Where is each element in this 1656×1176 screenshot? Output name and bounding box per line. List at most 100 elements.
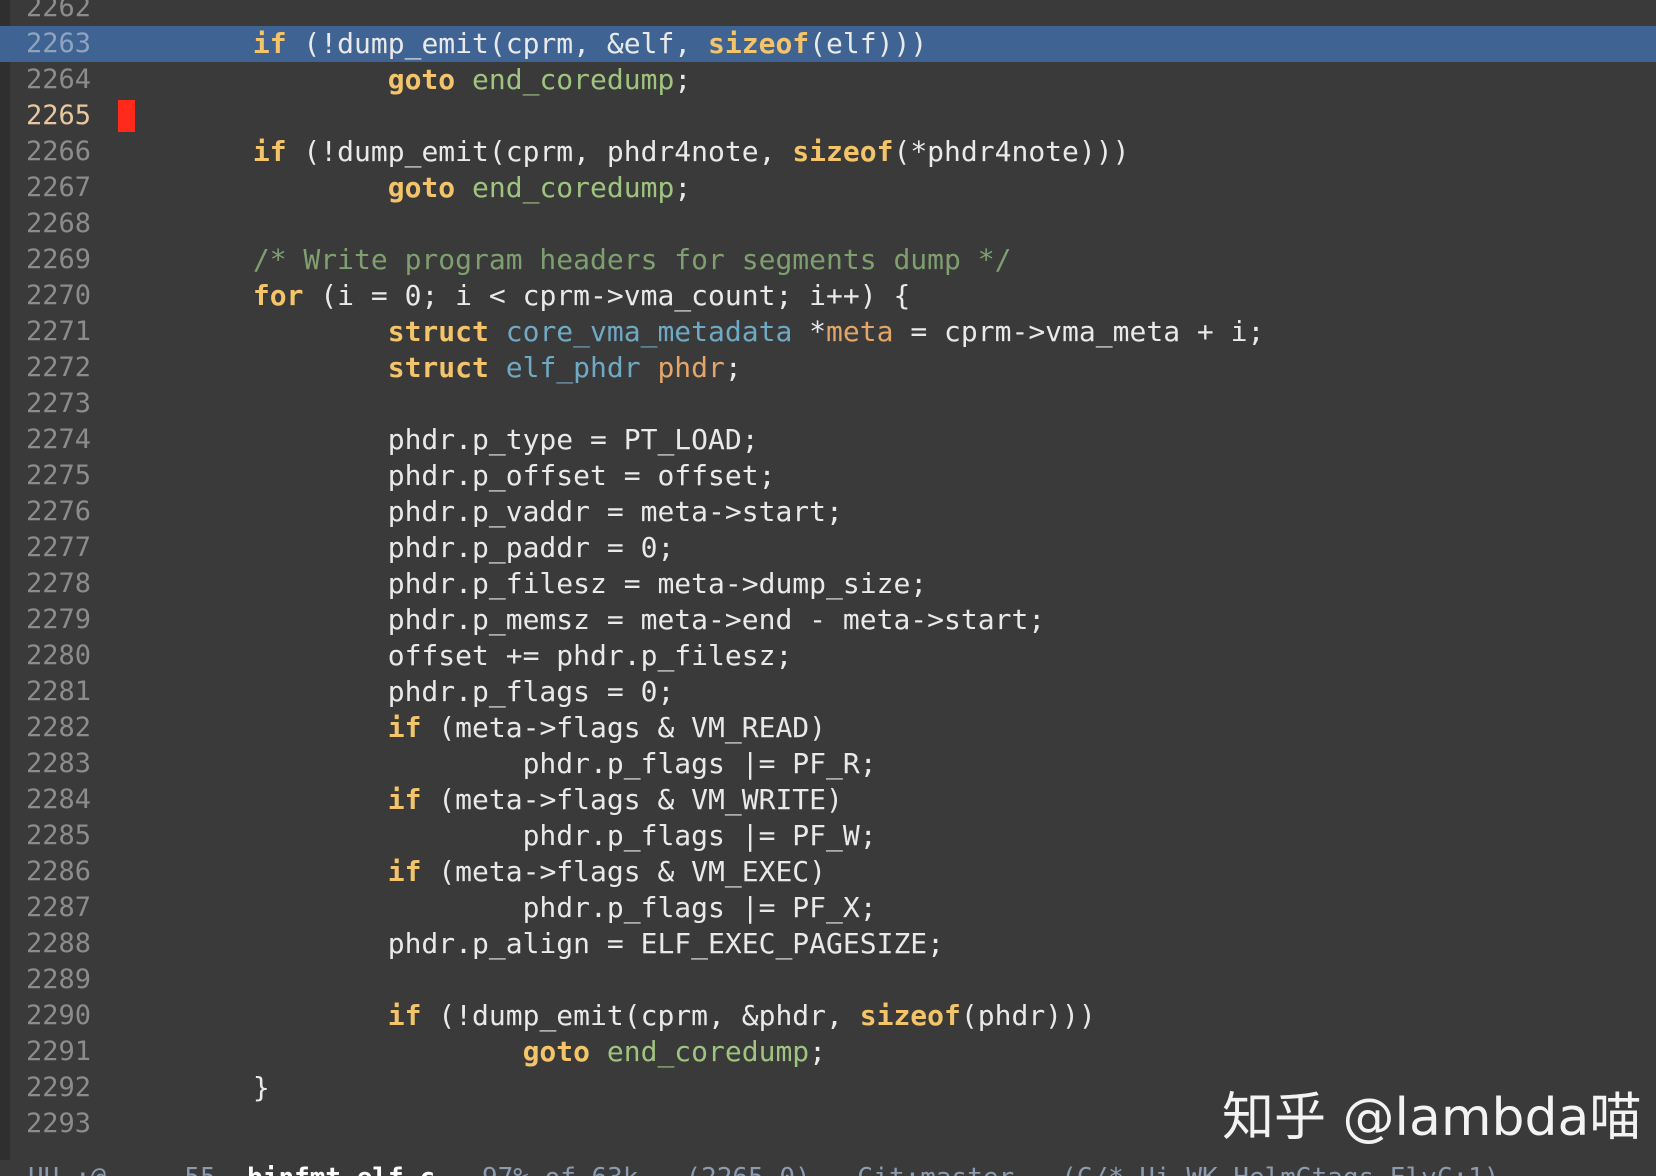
code-line[interactable]: 2282 if (meta->flags & VM_READ) xyxy=(0,710,1656,746)
code-line[interactable]: 2264 goto end_coredump; xyxy=(0,62,1656,98)
code-line[interactable]: 2288 phdr.p_align = ELF_EXEC_PAGESIZE; xyxy=(0,926,1656,962)
code-text: goto end_coredump; xyxy=(118,62,691,98)
code-text: phdr.p_flags |= PF_R; xyxy=(118,746,877,782)
code-token: if xyxy=(252,135,287,168)
code-text: if (meta->flags & VM_EXEC) xyxy=(118,854,826,890)
code-text: phdr.p_memsz = meta->end - meta->start; xyxy=(118,602,1045,638)
line-number: 2263 xyxy=(26,28,92,59)
code-text: phdr.p_offset = offset; xyxy=(118,458,776,494)
code-line[interactable]: 2271 struct core_vma_metadata *meta = cp… xyxy=(0,314,1656,350)
code-line[interactable]: 2287 phdr.p_flags |= PF_X; xyxy=(0,890,1656,926)
line-number: 2276 xyxy=(26,496,92,527)
code-text: if (!dump_emit(cprm, &phdr, sizeof(phdr)… xyxy=(118,998,1096,1034)
code-line[interactable]: 2280 offset += phdr.p_filesz; xyxy=(0,638,1656,674)
code-token: } xyxy=(118,1071,270,1104)
code-token: sizeof xyxy=(708,27,810,60)
code-token: (meta->flags & VM_READ) xyxy=(421,711,827,744)
code-line[interactable]: 2283 phdr.p_flags |= PF_R; xyxy=(0,746,1656,782)
mode-line-filename: binfmt_elf.c xyxy=(247,1163,435,1176)
code-token: goto xyxy=(522,1035,591,1068)
code-token: (phdr))) xyxy=(960,999,1096,1032)
line-number: 2285 xyxy=(26,820,92,851)
line-number: 2267 xyxy=(26,172,92,203)
code-token: ; xyxy=(674,63,692,96)
code-line[interactable]: 2274 phdr.p_type = PT_LOAD; xyxy=(0,422,1656,458)
code-line[interactable]: 2284 if (meta->flags & VM_WRITE) xyxy=(0,782,1656,818)
mode-line-suffix: 97% of 63k (2265,0) Git:master (C/* Ui W… xyxy=(435,1163,1499,1176)
line-number: 2265 xyxy=(26,100,92,131)
code-line[interactable]: 2269 /* Write program headers for segmen… xyxy=(0,242,1656,278)
code-line[interactable]: 2265 xyxy=(0,98,1656,134)
code-line[interactable]: 2278 phdr.p_filesz = meta->dump_size; xyxy=(0,566,1656,602)
code-token: (!dump_emit(cprm, &elf, xyxy=(286,27,709,60)
code-token: ; xyxy=(674,171,692,204)
code-line[interactable]: 2272 struct elf_phdr phdr; xyxy=(0,350,1656,386)
code-lines: 2262 2263 if (!dump_emit(cprm, &elf, size… xyxy=(0,0,1656,1142)
code-text: } xyxy=(118,1070,270,1106)
code-line[interactable]: 2279 phdr.p_memsz = meta->end - meta->st… xyxy=(0,602,1656,638)
code-editor[interactable]: 2262 2263 if (!dump_emit(cprm, &elf, size… xyxy=(0,0,1656,1176)
code-line[interactable]: 2268 xyxy=(0,206,1656,242)
code-token: * xyxy=(792,315,827,348)
watermark: 知乎 @lambda喵 xyxy=(1222,1088,1642,1148)
code-text: for (i = 0; i < cprm->vma_count; i++) { xyxy=(118,278,910,314)
code-line[interactable]: 2266 if (!dump_emit(cprm, phdr4note, siz… xyxy=(0,134,1656,170)
line-number: 2277 xyxy=(26,532,92,563)
line-number: 2278 xyxy=(26,568,92,599)
code-line[interactable]: 2273 xyxy=(0,386,1656,422)
code-line[interactable]: 2262 xyxy=(0,0,1656,26)
code-text: phdr.p_align = ELF_EXEC_PAGESIZE; xyxy=(118,926,944,962)
code-token: goto xyxy=(387,63,456,96)
code-text: struct elf_phdr phdr; xyxy=(118,350,742,386)
line-number: 2279 xyxy=(26,604,92,635)
mode-line: UU-:@--- 55 binfmt_elf.c 97% of 63k (226… xyxy=(0,1160,1656,1176)
code-token: (!dump_emit(cprm, &phdr, xyxy=(421,999,860,1032)
code-token: if xyxy=(252,27,287,60)
code-line[interactable]: 2267 goto end_coredump; xyxy=(0,170,1656,206)
code-token: (elf))) xyxy=(809,27,928,60)
code-token: sizeof xyxy=(859,999,961,1032)
code-line[interactable]: 2291 goto end_coredump; xyxy=(0,1034,1656,1070)
code-line[interactable]: 2286 if (meta->flags & VM_EXEC) xyxy=(0,854,1656,890)
line-number: 2286 xyxy=(26,856,92,887)
code-line[interactable]: 2290 if (!dump_emit(cprm, &phdr, sizeof(… xyxy=(0,998,1656,1034)
code-token: phdr.p_filesz = meta->dump_size; xyxy=(118,567,928,600)
line-number: 2291 xyxy=(26,1036,92,1067)
code-line[interactable]: 2289 xyxy=(0,962,1656,998)
code-line[interactable]: 2285 phdr.p_flags |= PF_W; xyxy=(0,818,1656,854)
code-line[interactable]: 2263 if (!dump_emit(cprm, &elf, sizeof(e… xyxy=(0,26,1656,62)
code-token: if xyxy=(387,999,422,1032)
line-number: 2289 xyxy=(26,964,92,995)
line-number: 2275 xyxy=(26,460,92,491)
line-number: 2290 xyxy=(26,1000,92,1031)
code-token: = cprm->vma_meta + i; xyxy=(893,315,1265,348)
code-token: phdr.p_flags = 0; xyxy=(118,675,675,708)
code-token: end_coredump xyxy=(472,171,675,204)
line-number: 2266 xyxy=(26,136,92,167)
code-token: phdr.p_align = ELF_EXEC_PAGESIZE; xyxy=(118,927,945,960)
code-token: meta xyxy=(826,315,894,348)
line-number: 2287 xyxy=(26,892,92,923)
code-line[interactable]: 2276 phdr.p_vaddr = meta->start; xyxy=(0,494,1656,530)
code-line[interactable]: 2277 phdr.p_paddr = 0; xyxy=(0,530,1656,566)
code-text: goto end_coredump; xyxy=(118,170,691,206)
line-number: 2264 xyxy=(26,64,92,95)
code-token: goto xyxy=(387,171,456,204)
code-line[interactable]: 2270 for (i = 0; i < cprm->vma_count; i+… xyxy=(0,278,1656,314)
mode-line-prefix: UU-:@--- 55 xyxy=(28,1163,247,1176)
line-number: 2283 xyxy=(26,748,92,779)
code-text: goto end_coredump; xyxy=(118,1034,826,1070)
line-number: 2262 xyxy=(26,0,92,23)
line-number: 2280 xyxy=(26,640,92,671)
code-line[interactable]: 2281 phdr.p_flags = 0; xyxy=(0,674,1656,710)
code-line[interactable]: 2275 phdr.p_offset = offset; xyxy=(0,458,1656,494)
line-number: 2274 xyxy=(26,424,92,455)
code-token: /* Write program headers for segments du… xyxy=(252,243,1012,276)
